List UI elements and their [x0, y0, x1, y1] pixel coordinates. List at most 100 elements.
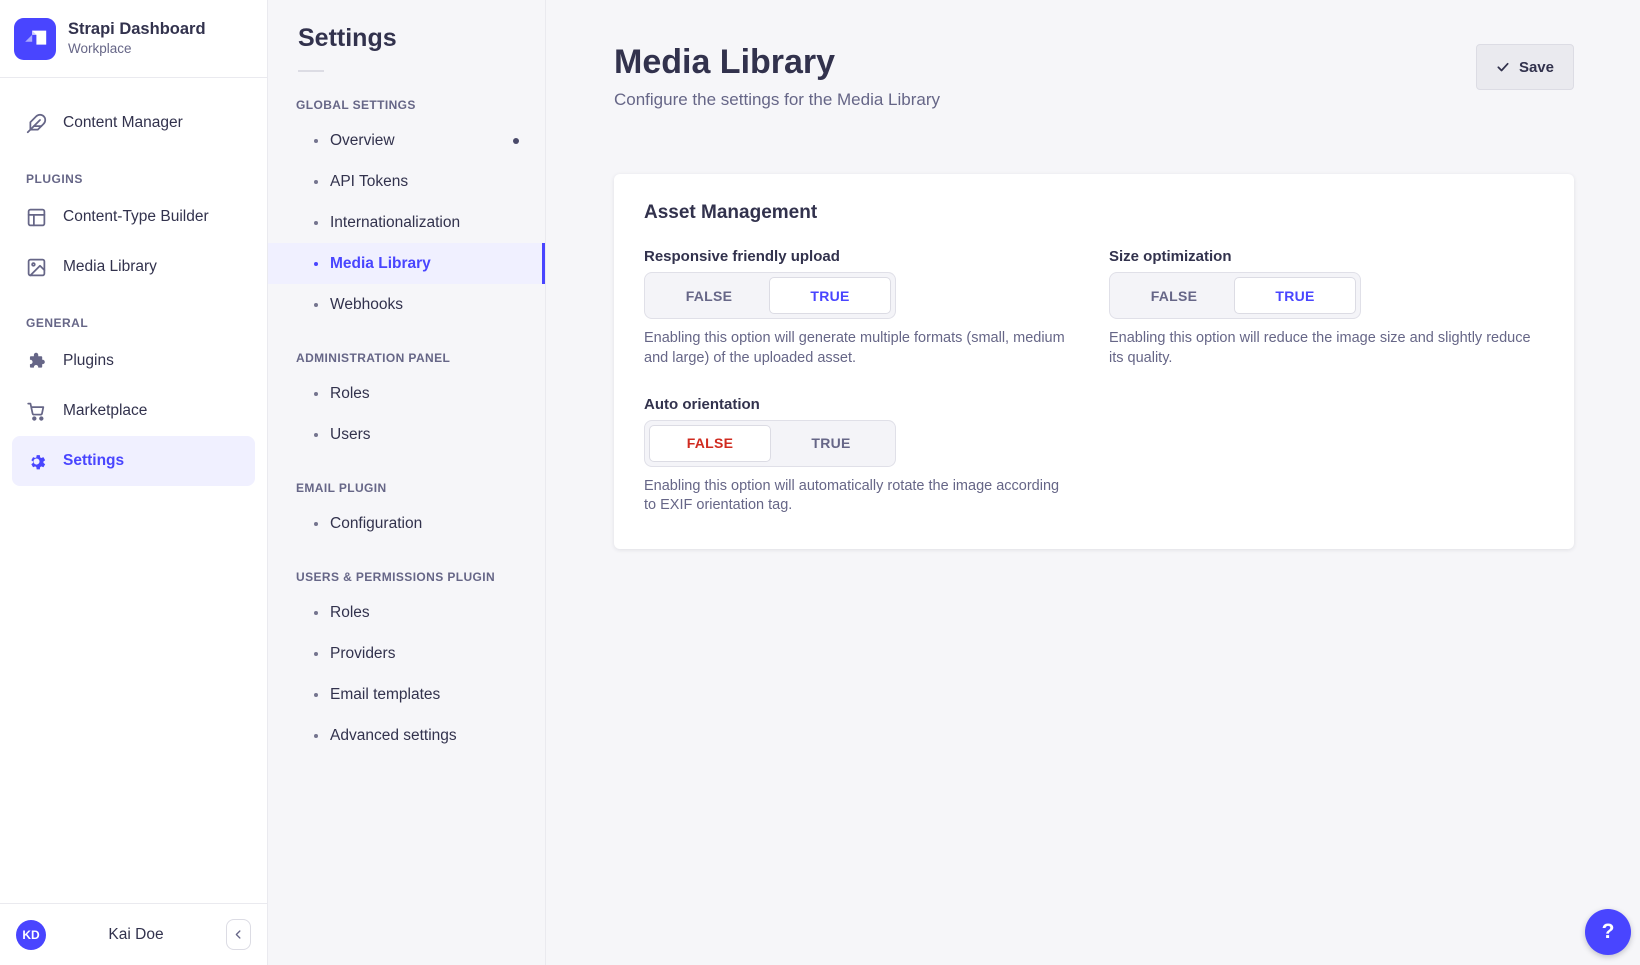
subnav-heading: Users & Permissions plugin [268, 570, 545, 584]
subnav-title: Settings [268, 24, 545, 53]
sidebar-item-label: Content-Type Builder [63, 208, 209, 226]
subnav-heading: Email Plugin [268, 481, 545, 495]
sidebar-item-content-manager[interactable]: Content Manager [12, 98, 255, 148]
subnav-item-label: Providers [330, 645, 395, 663]
subnav-item-internationalization[interactable]: Internationalization [268, 202, 545, 243]
gear-icon [26, 451, 47, 472]
page-header-titles: Media Library Configure the settings for… [614, 44, 940, 110]
subnav-item-label: API Tokens [330, 173, 408, 191]
subnav-item-admin-roles[interactable]: Roles [268, 373, 545, 414]
subnav-item-label: Webhooks [330, 296, 403, 314]
strapi-logo-icon [14, 18, 56, 60]
chevron-left-icon [232, 928, 245, 941]
sidebar-item-label: Content Manager [63, 114, 183, 132]
field-hint: Enabling this option will automatically … [644, 477, 1072, 515]
subnav-item-email-configuration[interactable]: Configuration [268, 503, 545, 544]
asset-management-card: Asset Management Responsive friendly upl… [614, 174, 1574, 549]
subnav-item-up-roles[interactable]: Roles [268, 592, 545, 633]
subnav-item-label: Advanced settings [330, 727, 457, 745]
subnav-item-label: Roles [330, 604, 370, 622]
image-icon [26, 257, 47, 278]
subnav-heading: Global Settings [268, 98, 545, 112]
subnav-item-overview[interactable]: Overview [268, 120, 545, 161]
workspace-switcher[interactable]: Strapi Dashboard Workplace [0, 0, 267, 78]
subnav-item-label: Configuration [330, 515, 422, 533]
subnav-divider [298, 70, 324, 72]
subnav-item-label: Overview [330, 132, 395, 150]
subnav-section-users-permissions: Users & Permissions plugin Roles Provide… [268, 570, 545, 756]
app-sidebar: Strapi Dashboard Workplace Content Manag… [0, 0, 268, 965]
sidebar-item-label: Media Library [63, 258, 157, 276]
save-button[interactable]: Save [1476, 44, 1574, 90]
question-mark-icon: ? [1602, 920, 1615, 944]
toggle-false-button[interactable]: FALSE [1114, 277, 1234, 314]
sidebar-item-plugins[interactable]: Plugins [12, 336, 255, 386]
sidebar-spacer [0, 486, 267, 903]
fields-grid: Responsive friendly upload FALSE TRUE En… [644, 248, 1544, 515]
field-label: Auto orientation [644, 396, 1079, 413]
main-navigation: Content Manager Plugins Content-Type Bui… [0, 78, 267, 486]
field-hint: Enabling this option will reduce the ima… [1109, 329, 1537, 367]
toggle-true-button[interactable]: TRUE [769, 277, 891, 314]
field-size-optimization: Size optimization FALSE TRUE Enabling th… [1109, 248, 1544, 367]
sidebar-item-settings[interactable]: Settings [12, 436, 255, 486]
subnav-heading: Administration panel [268, 351, 545, 365]
subnav-section-administration-panel: Administration panel Roles Users [268, 351, 545, 455]
check-icon [1496, 60, 1510, 74]
toggle-true-button[interactable]: TRUE [1234, 277, 1356, 314]
sidebar-item-content-type-builder[interactable]: Content-Type Builder [12, 192, 255, 242]
auto-orientation-toggle: FALSE TRUE [644, 420, 896, 467]
help-button[interactable]: ? [1585, 909, 1631, 955]
page-subtitle: Configure the settings for the Media Lib… [614, 90, 940, 110]
field-responsive-friendly-upload: Responsive friendly upload FALSE TRUE En… [644, 248, 1079, 367]
subnav-item-label: Roles [330, 385, 370, 403]
user-row: KD Kai Doe [0, 903, 267, 965]
toggle-false-button[interactable]: FALSE [649, 425, 771, 462]
subnav-item-up-providers[interactable]: Providers [268, 633, 545, 674]
subnav-item-label: Email templates [330, 686, 440, 704]
sidebar-item-label: Marketplace [63, 402, 147, 420]
subnav-item-up-advanced-settings[interactable]: Advanced settings [268, 715, 545, 756]
toggle-false-button[interactable]: FALSE [649, 277, 769, 314]
sidebar-item-label: Plugins [63, 352, 114, 370]
cart-icon [26, 401, 47, 422]
field-label: Responsive friendly upload [644, 248, 1079, 265]
subnav-item-admin-users[interactable]: Users [268, 414, 545, 455]
page-title: Media Library [614, 44, 940, 81]
avatar[interactable]: KD [16, 920, 46, 950]
subnav-item-label: Users [330, 426, 370, 444]
field-hint: Enabling this option will generate multi… [644, 329, 1072, 367]
settings-subnav: Settings Global Settings Overview API To… [268, 0, 546, 965]
subnav-item-up-email-templates[interactable]: Email templates [268, 674, 545, 715]
feather-icon [26, 113, 47, 134]
user-name: Kai Doe [46, 926, 226, 944]
collapse-sidebar-button[interactable] [226, 919, 251, 950]
field-auto-orientation: Auto orientation FALSE TRUE Enabling thi… [644, 396, 1079, 515]
subnav-item-label: Media Library [330, 255, 431, 273]
main-content: Media Library Configure the settings for… [546, 0, 1640, 965]
sidebar-section-general: General [26, 316, 241, 330]
responsive-friendly-upload-toggle: FALSE TRUE [644, 272, 896, 319]
brand-meta: Strapi Dashboard Workplace [68, 19, 206, 57]
sidebar-section-plugins: Plugins [26, 172, 241, 186]
app-title: Strapi Dashboard [68, 19, 206, 40]
puzzle-icon [26, 351, 47, 372]
card-heading: Asset Management [644, 202, 1544, 224]
size-optimization-toggle: FALSE TRUE [1109, 272, 1361, 319]
layout-icon [26, 207, 47, 228]
subnav-section-email-plugin: Email Plugin Configuration [268, 481, 545, 544]
subnav-section-global-settings: Global Settings Overview API Tokens Inte… [268, 98, 545, 325]
app-shell: Strapi Dashboard Workplace Content Manag… [0, 0, 1640, 965]
subnav-item-webhooks[interactable]: Webhooks [268, 284, 545, 325]
sidebar-item-marketplace[interactable]: Marketplace [12, 386, 255, 436]
page-header: Media Library Configure the settings for… [614, 44, 1574, 110]
subnav-item-api-tokens[interactable]: API Tokens [268, 161, 545, 202]
subnav-item-media-library[interactable]: Media Library [268, 243, 545, 284]
save-button-label: Save [1519, 59, 1554, 76]
toggle-true-button[interactable]: TRUE [771, 425, 891, 462]
sidebar-item-media-library[interactable]: Media Library [12, 242, 255, 292]
field-label: Size optimization [1109, 248, 1544, 265]
sidebar-item-label: Settings [63, 452, 124, 470]
notification-dot [513, 138, 519, 144]
workspace-name: Workplace [68, 40, 206, 58]
